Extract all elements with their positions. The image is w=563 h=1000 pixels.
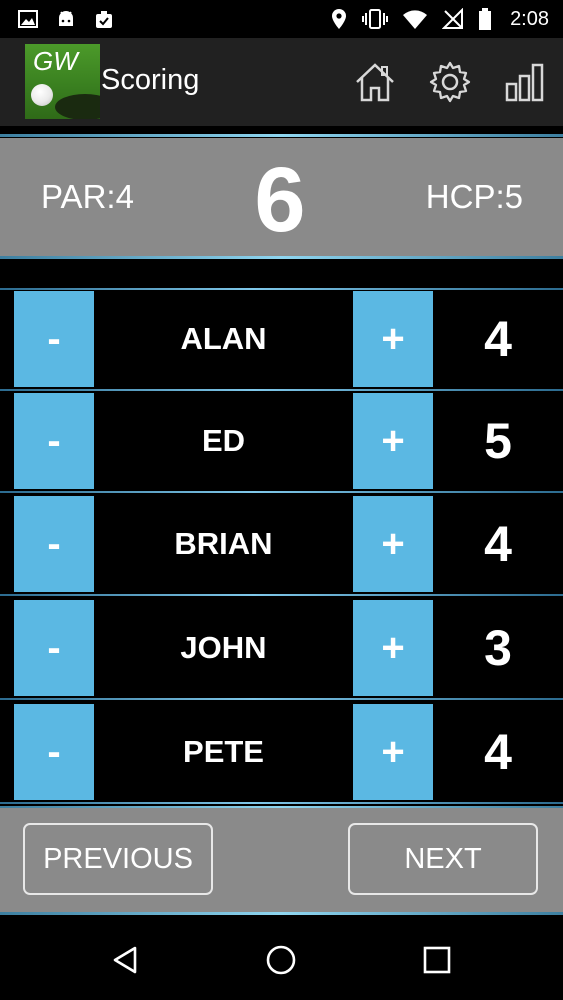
golf-ball-icon [31,84,53,106]
back-icon[interactable] [109,944,141,976]
logo-text: GW [33,46,78,76]
decrease-score-button[interactable]: - [14,704,94,800]
player-row: - PETE + 4 [0,704,563,802]
location-icon [332,9,347,29]
home-icon[interactable] [353,60,397,104]
golf-hole-icon [55,94,100,119]
android-icon [59,11,73,26]
divider [0,698,563,700]
home-circle-icon[interactable] [265,944,297,976]
previous-button[interactable]: PREVIOUS [23,823,213,895]
player-row: - ALAN + 4 [0,291,563,389]
hole-number: 6 [254,149,306,251]
increase-score-button[interactable]: + [353,600,433,696]
clock: 2:08 [510,7,549,30]
settings-icon[interactable] [428,60,472,104]
app-logo: GW [25,44,100,119]
player-name: PETE [183,734,264,769]
player-name: ALAN [180,321,267,356]
clipboard-check-icon [96,11,112,28]
player-score: 4 [484,516,512,572]
increase-score-button[interactable]: + [353,291,433,387]
recents-icon[interactable] [421,944,453,976]
player-row: - JOHN + 3 [0,600,563,698]
decrease-score-button[interactable]: - [14,600,94,696]
decrease-score-button[interactable]: - [14,393,94,489]
divider [0,134,563,137]
decrease-score-button[interactable]: - [14,496,94,592]
player-name: JOHN [180,630,267,665]
player-name: BRIAN [174,526,273,561]
divider [0,912,563,915]
player-score: 4 [484,724,512,780]
par-label: PAR:4 [41,178,134,215]
player-score: 3 [484,620,512,676]
divider [0,802,563,804]
divider [0,256,563,259]
divider [0,491,563,493]
player-row: - BRIAN + 4 [0,496,563,594]
status-bar: 2:08 [0,0,563,38]
battery-icon [479,8,492,30]
divider [0,389,563,391]
wifi-icon [403,10,428,29]
increase-score-button[interactable]: + [353,393,433,489]
increase-score-button[interactable]: + [353,704,433,800]
vibrate-icon [362,9,389,29]
player-row: - ED + 5 [0,393,563,491]
stats-icon[interactable] [503,60,547,104]
player-score: 4 [484,311,512,367]
app-bar: GW Scoring [0,38,563,126]
hcp-label: HCP:5 [425,178,523,215]
divider [0,288,563,290]
no-signal-icon [442,8,464,29]
next-button[interactable]: NEXT [348,823,538,895]
increase-score-button[interactable]: + [353,496,433,592]
image-icon [18,10,38,28]
player-score: 5 [484,413,512,469]
page-title: Scoring [101,64,200,96]
player-name: ED [201,423,246,458]
decrease-score-button[interactable]: - [14,291,94,387]
divider [0,594,563,596]
